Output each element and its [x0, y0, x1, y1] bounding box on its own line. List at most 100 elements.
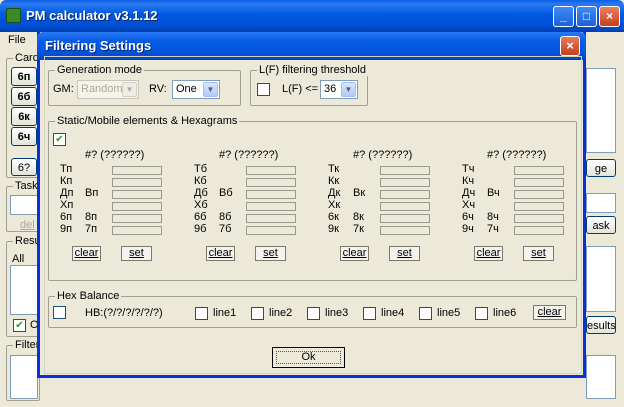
element-label: 7п	[85, 223, 98, 235]
static-mobile-label: Static/Mobile elements & Hexagrams	[55, 115, 240, 127]
element-bar[interactable]	[380, 202, 430, 211]
lf-threshold-checkbox[interactable]	[257, 83, 270, 96]
element-bar[interactable]	[514, 178, 564, 187]
main-window-title: PM calculator v3.1.12	[26, 8, 158, 23]
element-label: Тб	[194, 163, 208, 175]
element-label: 7б	[219, 223, 232, 235]
task-input[interactable]	[10, 195, 38, 215]
main-results-button[interactable]: esults	[586, 316, 616, 334]
element-bar[interactable]	[112, 190, 162, 199]
main-results-area[interactable]	[586, 246, 616, 312]
dialog-close-button[interactable]: ×	[560, 36, 580, 56]
line2-checkbox[interactable]	[251, 307, 264, 320]
element-bar[interactable]	[112, 178, 162, 187]
hexagram-header: #? (??????)	[487, 149, 547, 161]
element-label: Дч	[462, 187, 476, 199]
element-label: 9ч	[462, 223, 474, 235]
element-bar[interactable]	[514, 202, 564, 211]
element-bar[interactable]	[380, 190, 430, 199]
generation-mode-label: Generation mode	[55, 64, 144, 76]
column-clear-button[interactable]: clear	[474, 246, 503, 261]
column-set-button[interactable]: set	[523, 246, 554, 261]
line5-checkbox[interactable]	[419, 307, 432, 320]
element-bar[interactable]	[112, 166, 162, 175]
lf-threshold-select[interactable]: 36 ▼	[320, 80, 358, 99]
element-bar[interactable]	[380, 178, 430, 187]
maximize-button[interactable]: □	[576, 6, 597, 27]
element-bar[interactable]	[380, 166, 430, 175]
rv-select[interactable]: One ▼	[172, 80, 220, 99]
card-button-6k[interactable]: 6к	[11, 107, 37, 126]
line6-label: line6	[493, 307, 517, 319]
line1-checkbox[interactable]	[195, 307, 208, 320]
element-label: 7ч	[487, 223, 499, 235]
element-label: Тп	[60, 163, 73, 175]
card-question-button[interactable]: 6?	[11, 158, 37, 176]
element-bar[interactable]	[112, 202, 162, 211]
line3-label: line3	[325, 307, 349, 319]
element-bar[interactable]	[380, 226, 430, 235]
line3-checkbox[interactable]	[307, 307, 320, 320]
line1-label: line1	[213, 307, 237, 319]
element-label: Хк	[328, 199, 341, 211]
main-right-button[interactable]: ge	[586, 159, 616, 177]
element-bar[interactable]	[112, 226, 162, 235]
static-mobile-checkbox[interactable]: ✔	[53, 133, 66, 146]
rv-label: RV:	[149, 83, 167, 95]
menu-file[interactable]: File	[8, 34, 26, 46]
element-bar[interactable]	[380, 214, 430, 223]
column-set-button[interactable]: set	[255, 246, 286, 261]
element-label: Хч	[462, 199, 476, 211]
column-set-button[interactable]: set	[121, 246, 152, 261]
element-label: 9к	[328, 223, 339, 235]
element-bar[interactable]	[514, 226, 564, 235]
main-task-button[interactable]: ask	[586, 216, 616, 234]
filter-text-area[interactable]	[10, 355, 38, 399]
column-clear-button[interactable]: clear	[340, 246, 369, 261]
results-checkbox[interactable]: ✔	[13, 319, 26, 332]
hex-balance-text: HB:(?/?/?/?/?/?)	[85, 307, 163, 319]
dialog-title: Filtering Settings	[45, 38, 152, 53]
minimize-button[interactable]: _	[553, 6, 574, 27]
element-bar[interactable]	[514, 166, 564, 175]
column-clear-button[interactable]: clear	[72, 246, 101, 261]
element-bar[interactable]	[246, 178, 296, 187]
main-close-button[interactable]: ×	[599, 6, 620, 27]
ok-button[interactable]: Ok	[272, 347, 345, 368]
element-label: Тч	[462, 163, 475, 175]
line6-checkbox[interactable]	[475, 307, 488, 320]
card-button-6b[interactable]: 6б	[11, 87, 37, 106]
element-bar[interactable]	[246, 202, 296, 211]
element-label: 9б	[194, 223, 207, 235]
line5-label: line5	[437, 307, 461, 319]
column-set-button[interactable]: set	[389, 246, 420, 261]
element-bar[interactable]	[514, 214, 564, 223]
chevron-down-icon[interactable]: ▼	[203, 82, 218, 97]
element-bar[interactable]	[514, 190, 564, 199]
element-bar[interactable]	[246, 226, 296, 235]
main-right-input[interactable]	[586, 193, 616, 213]
element-label: Кп	[60, 175, 73, 187]
main-right-list[interactable]	[586, 68, 616, 153]
hex-balance-checkbox[interactable]	[53, 306, 66, 319]
element-bar[interactable]	[246, 190, 296, 199]
chevron-down-icon[interactable]: ▼	[341, 82, 356, 97]
element-label: 8ч	[487, 211, 499, 223]
main-filter-area[interactable]	[586, 355, 616, 399]
element-label: 7к	[353, 223, 364, 235]
line4-label: line4	[381, 307, 405, 319]
hex-balance-clear-button[interactable]: clear	[533, 305, 566, 320]
line4-checkbox[interactable]	[363, 307, 376, 320]
task-delete-button[interactable]: del	[20, 219, 35, 231]
results-list[interactable]	[10, 265, 38, 315]
app-icon	[6, 8, 21, 23]
card-button-6p[interactable]: 6п	[11, 67, 37, 86]
element-label: Вч	[487, 187, 500, 199]
column-clear-button[interactable]: clear	[206, 246, 235, 261]
element-bar[interactable]	[246, 166, 296, 175]
main-window-titlebar: PM calculator v3.1.12 _ □ ×	[0, 0, 624, 32]
element-bar[interactable]	[112, 214, 162, 223]
card-button-6ch[interactable]: 6ч	[11, 127, 37, 146]
element-bar[interactable]	[246, 214, 296, 223]
element-label: Тк	[328, 163, 340, 175]
